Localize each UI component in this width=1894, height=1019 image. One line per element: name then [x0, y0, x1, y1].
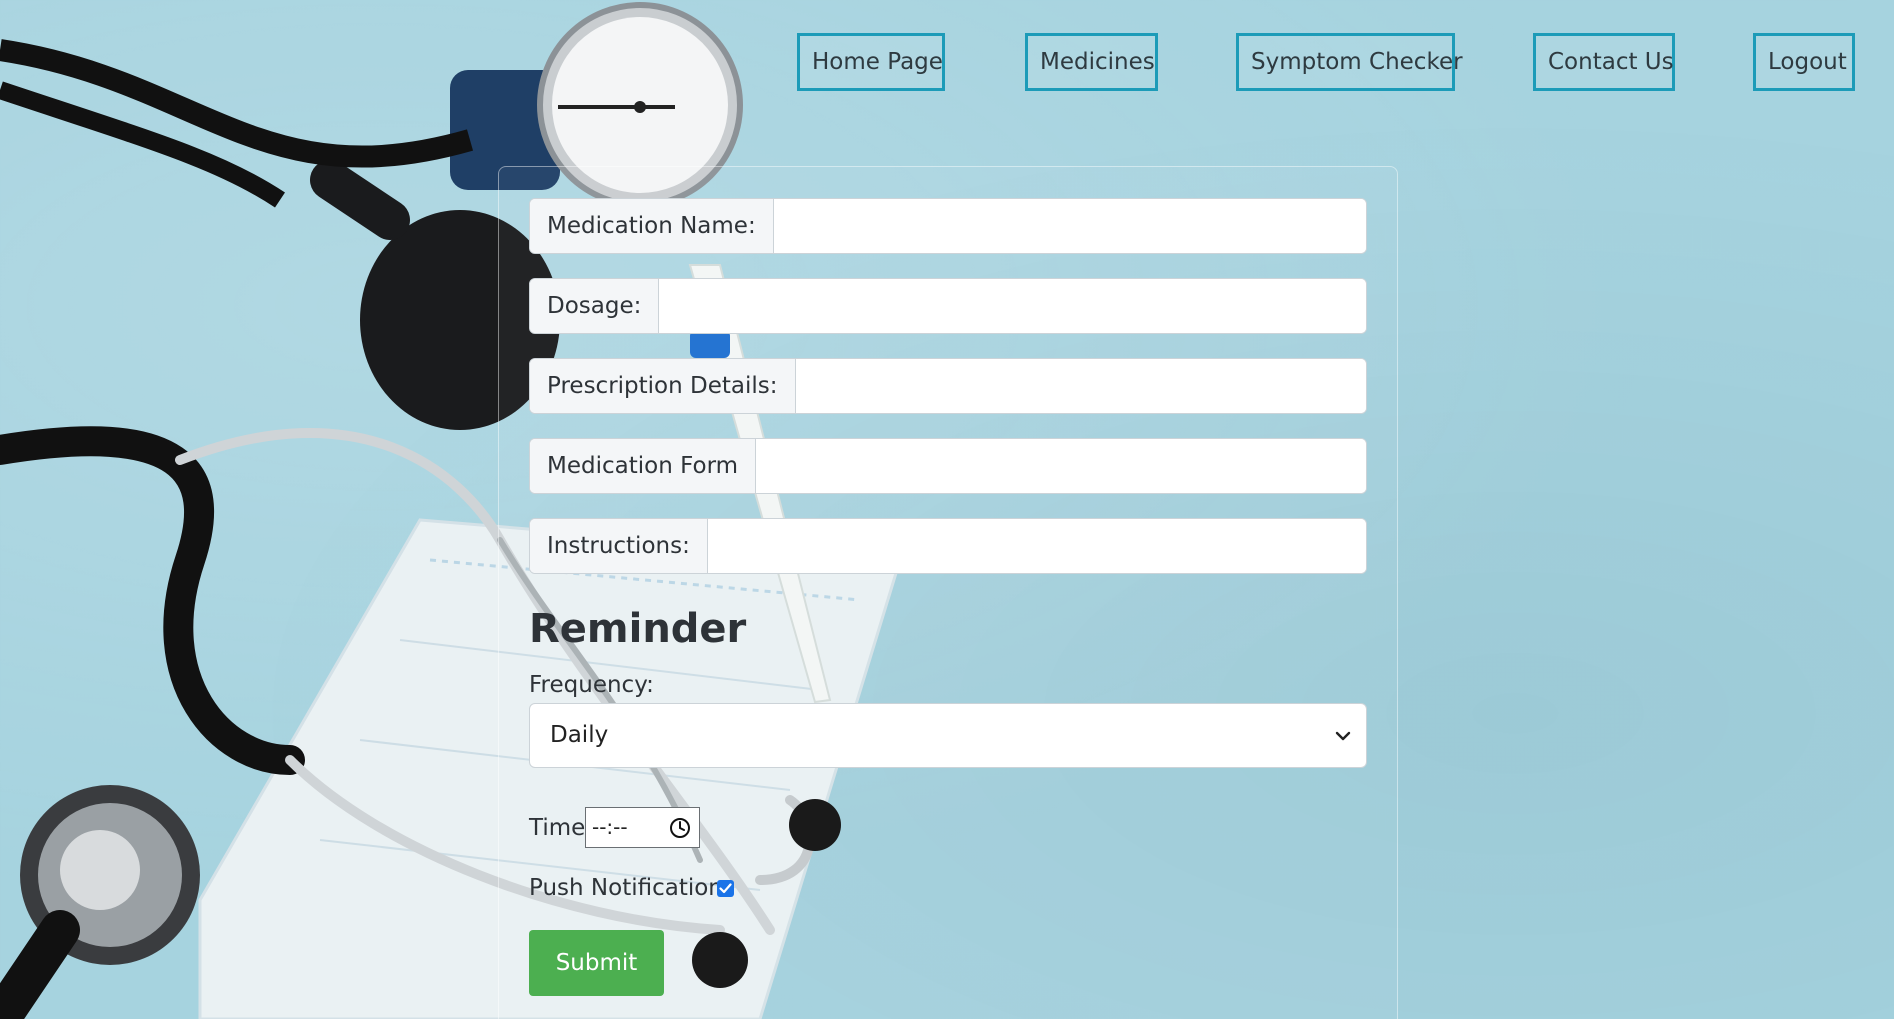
submit-button[interactable]: Submit — [529, 930, 664, 996]
time-input[interactable]: --:-- — [585, 807, 700, 848]
instructions-input[interactable] — [707, 519, 1366, 573]
medication-name-input[interactable] — [773, 199, 1366, 253]
nav-contact-us[interactable]: Contact Us — [1533, 33, 1675, 91]
prescription-details-input[interactable] — [795, 359, 1366, 413]
clock-icon[interactable] — [669, 817, 691, 839]
nav-symptom-checker[interactable]: Symptom Checker — [1236, 33, 1463, 91]
time-value: --:-- — [592, 815, 628, 839]
prescription-details-field: Prescription Details: — [529, 358, 1367, 414]
dosage-field: Dosage: — [529, 278, 1367, 334]
instructions-field: Instructions: — [529, 518, 1367, 574]
nav-home-page[interactable]: Home Page — [797, 33, 945, 91]
reminder-heading: Reminder — [529, 606, 747, 652]
push-notification-checkbox[interactable] — [717, 880, 734, 897]
dosage-label: Dosage: — [530, 279, 660, 333]
frequency-selected-value: Daily — [550, 722, 609, 748]
prescription-details-label: Prescription Details: — [530, 359, 796, 413]
medication-form-input[interactable] — [756, 439, 1366, 493]
checkmark-icon — [719, 883, 732, 894]
chevron-down-icon — [1335, 731, 1351, 741]
nav-medicines[interactable]: Medicines — [1025, 33, 1158, 91]
instructions-label: Instructions: — [530, 519, 708, 573]
medication-form-label: Medication Form — [530, 439, 757, 493]
nav-logout[interactable]: Logout — [1753, 33, 1855, 91]
frequency-label: Frequency: — [529, 672, 654, 698]
medication-name-field: Medication Name: — [529, 198, 1367, 254]
medication-form-field: Medication Form — [529, 438, 1367, 494]
frequency-select[interactable]: Daily — [529, 703, 1367, 768]
push-notification-label: Push Notification: — [529, 875, 731, 901]
time-label: Time: — [529, 815, 594, 841]
medication-name-label: Medication Name: — [530, 199, 774, 253]
dosage-input[interactable] — [659, 279, 1366, 333]
